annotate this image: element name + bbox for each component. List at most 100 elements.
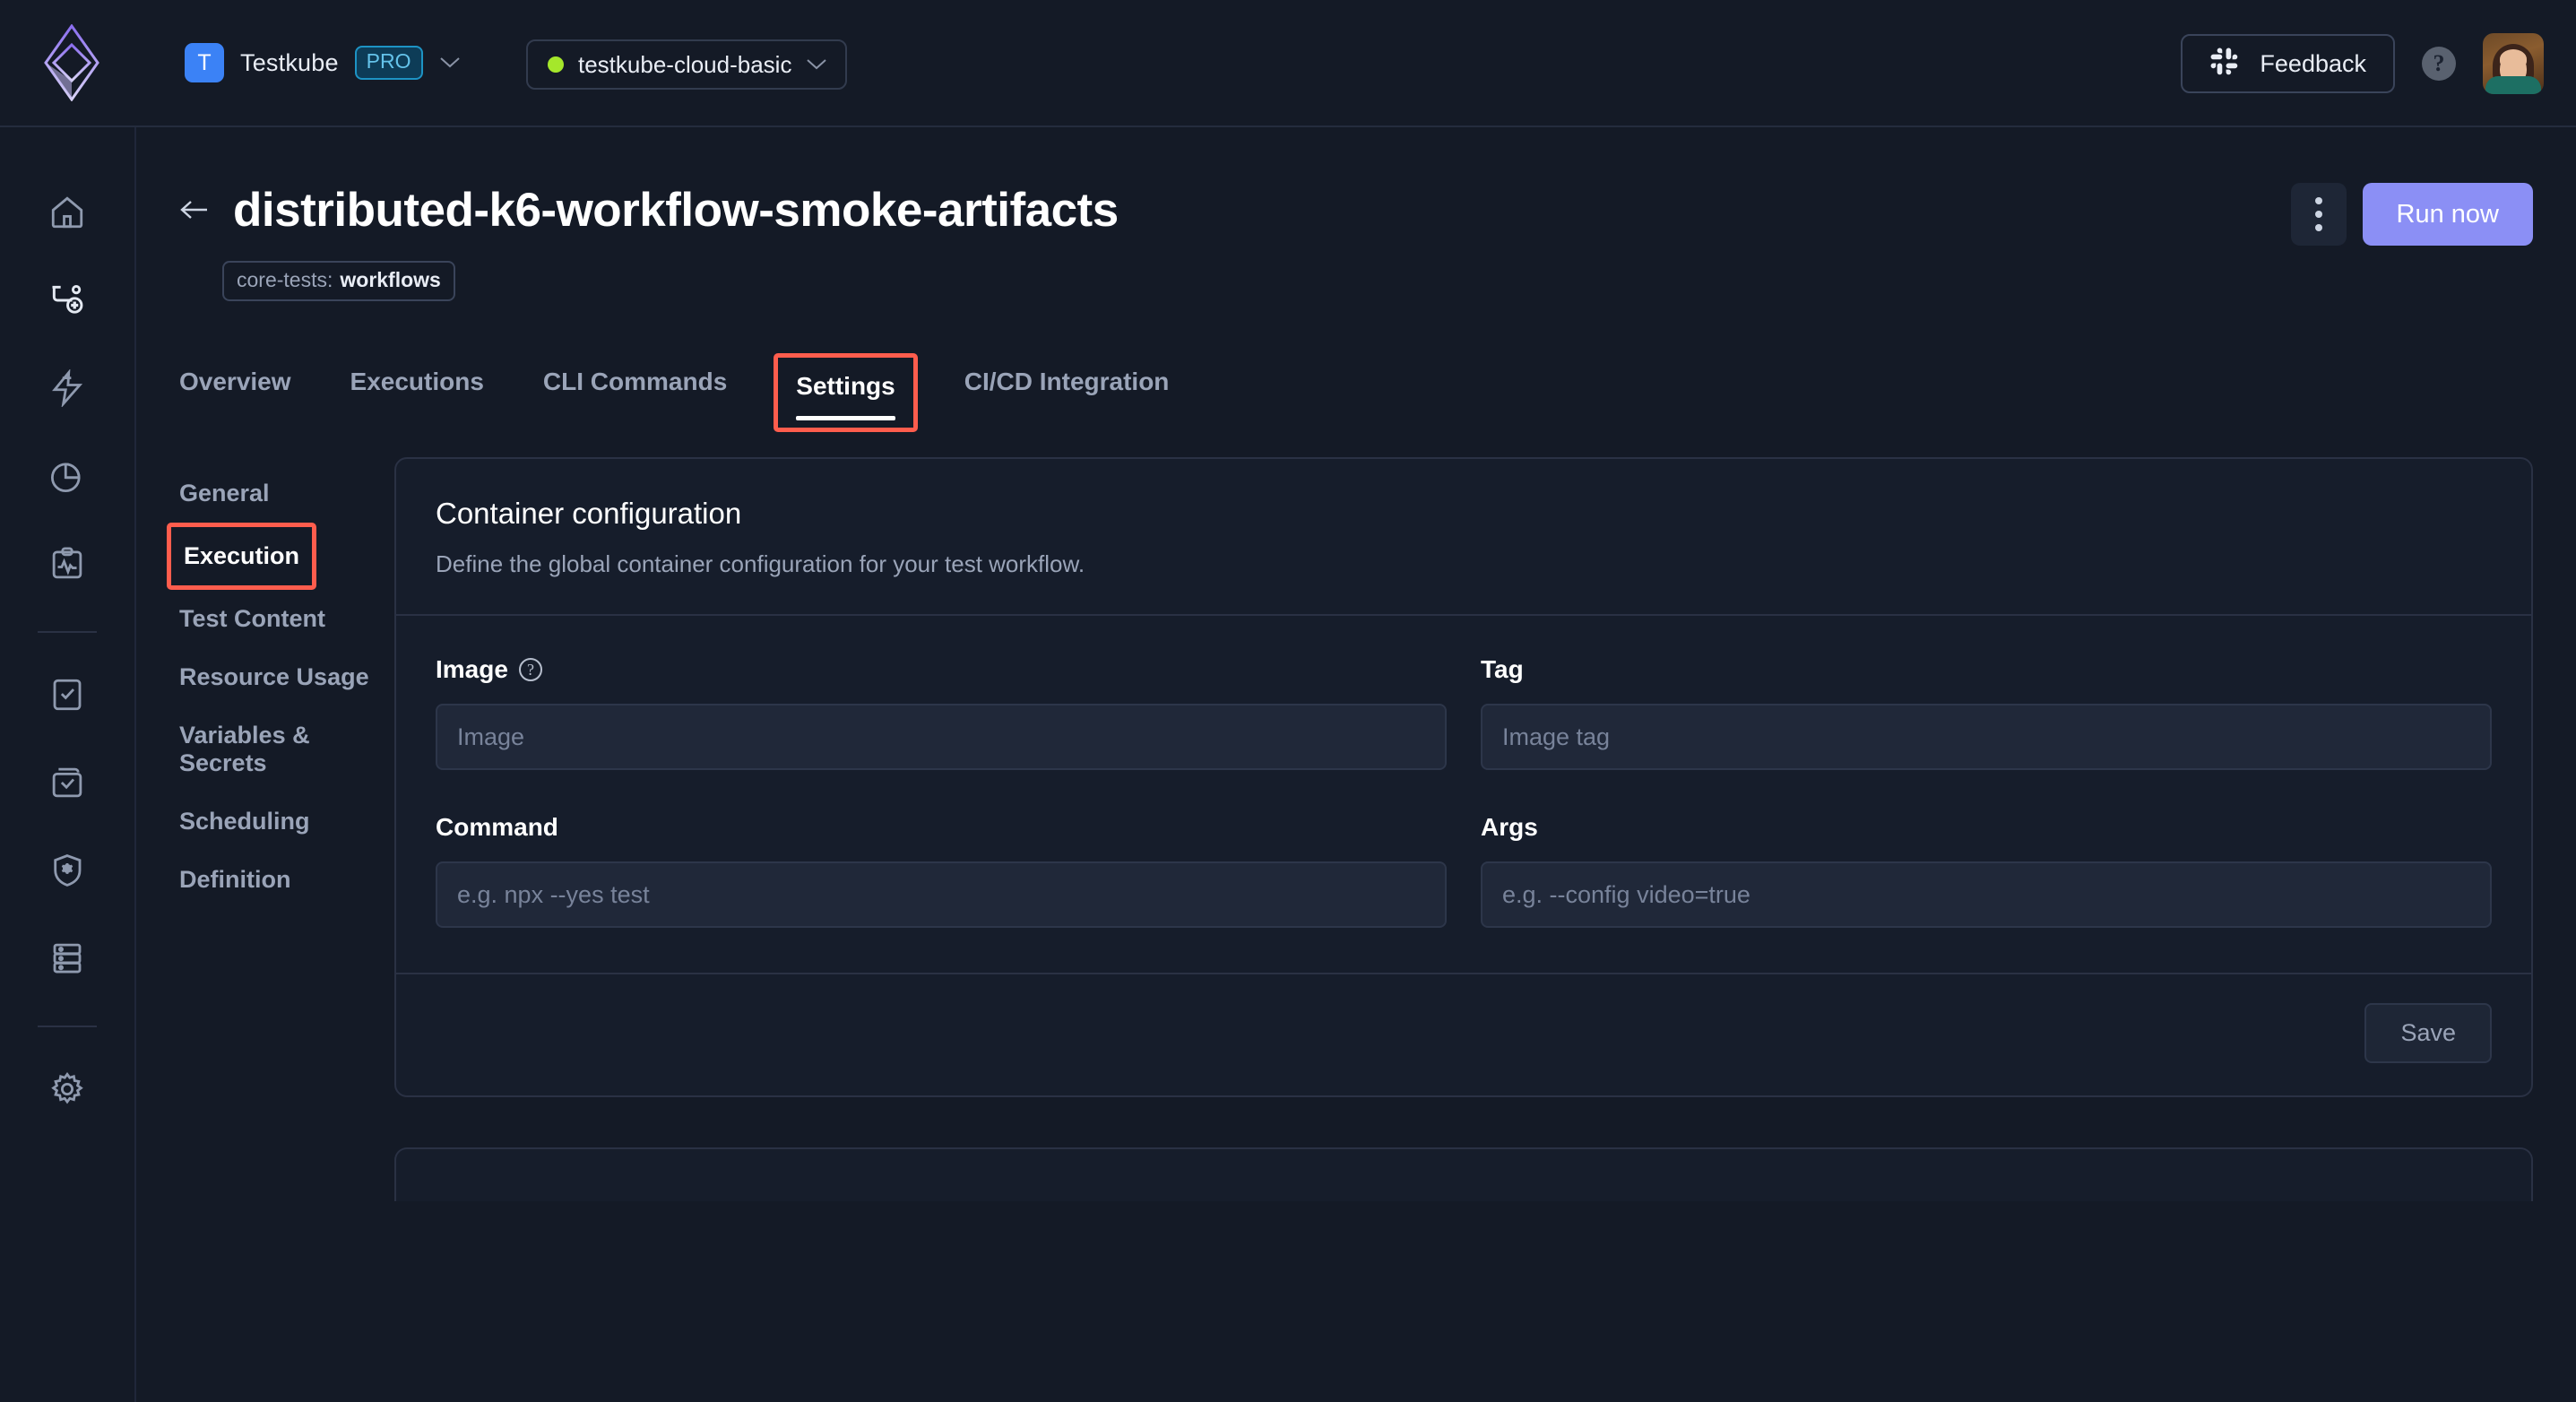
field-command-label: Command xyxy=(436,813,1447,842)
tab-overview[interactable]: Overview xyxy=(179,353,291,423)
field-row-spacer xyxy=(436,770,2492,813)
workflows-file-icon xyxy=(48,676,86,714)
help-question-icon[interactable]: ? xyxy=(2422,47,2456,81)
sidebar-item-create-workflow[interactable] xyxy=(34,267,100,333)
page-title-row: distributed-k6-workflow-smoke-artifacts xyxy=(179,183,2576,238)
sidebar-item-variables-secrets[interactable]: Variables & Secrets xyxy=(179,706,394,792)
tag-input[interactable] xyxy=(1481,704,2492,770)
sidebar-item-resources[interactable] xyxy=(34,925,100,991)
plan-badge: PRO xyxy=(354,46,423,80)
more-options-icon[interactable] xyxy=(2290,183,2347,246)
command-input[interactable] xyxy=(436,861,1447,928)
organization-avatar: T xyxy=(185,43,224,82)
avatar-shoulders xyxy=(2485,76,2541,94)
sidebar-item-resource-usage[interactable]: Resource Usage xyxy=(179,648,394,706)
tab-cli-commands[interactable]: CLI Commands xyxy=(543,353,727,423)
card-title: Container configuration xyxy=(436,497,742,530)
tab-executions-label: Executions xyxy=(350,368,484,395)
tab-active-underline xyxy=(796,416,895,420)
field-args: Args xyxy=(1481,813,2492,928)
tab-settings-label: Settings xyxy=(796,372,895,400)
top-header-bar: T Testkube PRO testkube-cloud-basic Feed… xyxy=(0,0,2576,127)
testkube-diamond-logo[interactable] xyxy=(41,23,102,102)
save-button[interactable]: Save xyxy=(2364,1003,2492,1063)
tab-settings[interactable]: Settings xyxy=(774,353,918,432)
back-arrow-icon[interactable] xyxy=(179,193,210,229)
label-chip-value: workflows xyxy=(340,268,441,291)
chevron-down-icon xyxy=(439,56,461,69)
tab-overview-label: Overview xyxy=(179,368,291,395)
field-row-command-args: Command Args xyxy=(436,813,2492,928)
sidebar-item-workflows[interactable] xyxy=(34,662,100,728)
organization-selector[interactable]: T Testkube PRO xyxy=(185,43,461,82)
sidebar-item-settings[interactable] xyxy=(34,1056,100,1122)
subnav-execution-label: Execution xyxy=(184,542,300,569)
rail-divider xyxy=(38,1026,97,1027)
app-root: T Testkube PRO testkube-cloud-basic Feed… xyxy=(0,0,2576,1402)
organization-name: Testkube xyxy=(240,48,339,76)
header-right-actions: Feedback ? xyxy=(2181,0,2544,127)
sidebar-item-security[interactable] xyxy=(34,837,100,904)
sidebar-item-test-content[interactable]: Test Content xyxy=(179,590,394,648)
environment-selector[interactable]: testkube-cloud-basic xyxy=(526,39,848,90)
feedback-button[interactable]: Feedback xyxy=(2181,34,2395,93)
help-question-icon[interactable]: ? xyxy=(518,658,542,681)
page-header-actions: Run now xyxy=(2290,183,2533,246)
run-now-button[interactable]: Run now xyxy=(2362,183,2533,246)
field-command: Command xyxy=(436,813,1447,928)
home-icon xyxy=(48,194,86,231)
image-input[interactable] xyxy=(436,704,1447,770)
sidebar-item-home[interactable] xyxy=(34,179,100,246)
page-header: distributed-k6-workflow-smoke-artifacts … xyxy=(136,127,2576,301)
sidebar-item-reports[interactable] xyxy=(34,531,100,597)
create-workflow-icon xyxy=(48,281,87,320)
avatar-forehead xyxy=(2500,48,2527,69)
settings-cards: Container configuration Define the globa… xyxy=(394,457,2576,1251)
field-image-label-text: Image xyxy=(436,655,508,683)
sidebar-item-scheduling[interactable]: Scheduling xyxy=(179,792,394,851)
status-dot-green-icon xyxy=(548,56,564,73)
field-row-image-tag: Image ? Tag xyxy=(436,655,2492,770)
settings-gear-icon xyxy=(48,1070,86,1108)
feedback-label: Feedback xyxy=(2260,49,2366,77)
test-suites-box-icon xyxy=(48,764,86,801)
tab-bar: Overview Executions CLI Commands Setting… xyxy=(179,353,2576,432)
sidebar-item-triggers[interactable] xyxy=(34,355,100,421)
sidebar-item-general[interactable]: General xyxy=(179,464,394,523)
rail-divider xyxy=(38,631,97,633)
tab-executions[interactable]: Executions xyxy=(350,353,484,423)
tab-cicd-integration[interactable]: CI/CD Integration xyxy=(964,353,1170,423)
field-command-label-text: Command xyxy=(436,813,558,841)
card-footer: Save xyxy=(396,974,2531,1095)
sidebar-item-execution[interactable]: Execution xyxy=(167,523,317,590)
chevron-down-icon xyxy=(806,58,827,71)
sidebar-item-insights[interactable] xyxy=(34,443,100,509)
field-tag: Tag xyxy=(1481,655,2492,770)
args-input[interactable] xyxy=(1481,861,2492,928)
field-image: Image ? xyxy=(436,655,1447,770)
triggers-lightning-icon xyxy=(48,369,86,407)
label-chip[interactable]: core-tests: workflows xyxy=(222,261,455,301)
settings-subnav: General Execution Test Content Resource … xyxy=(136,457,394,1251)
user-avatar[interactable] xyxy=(2483,33,2544,94)
field-image-label: Image ? xyxy=(436,655,1447,684)
environment-name: testkube-cloud-basic xyxy=(578,50,792,78)
sidebar-item-test-suites[interactable] xyxy=(34,749,100,816)
subnav-definition-label: Definition xyxy=(179,866,291,893)
field-args-label: Args xyxy=(1481,813,2492,842)
resources-server-icon xyxy=(48,939,86,977)
test-report-clipboard-icon xyxy=(48,545,86,583)
page-content: distributed-k6-workflow-smoke-artifacts … xyxy=(136,127,2576,1402)
left-nav-rail xyxy=(0,127,136,1402)
card-header: Container configuration Define the globa… xyxy=(396,459,2531,614)
settings-content: General Execution Test Content Resource … xyxy=(136,457,2576,1251)
labels-row: core-tests: workflows xyxy=(222,261,2576,301)
subnav-resource-usage-label: Resource Usage xyxy=(179,663,369,690)
subnav-test-content-label: Test Content xyxy=(179,605,325,632)
subnav-general-label: General xyxy=(179,480,270,506)
container-configuration-card: Container configuration Define the globa… xyxy=(394,457,2533,1097)
label-chip-key: core-tests: xyxy=(237,268,333,291)
sidebar-item-definition[interactable]: Definition xyxy=(179,851,394,909)
subnav-variables-secrets-label: Variables & Secrets xyxy=(179,722,310,776)
card-subtitle: Define the global container configuratio… xyxy=(436,550,1085,577)
